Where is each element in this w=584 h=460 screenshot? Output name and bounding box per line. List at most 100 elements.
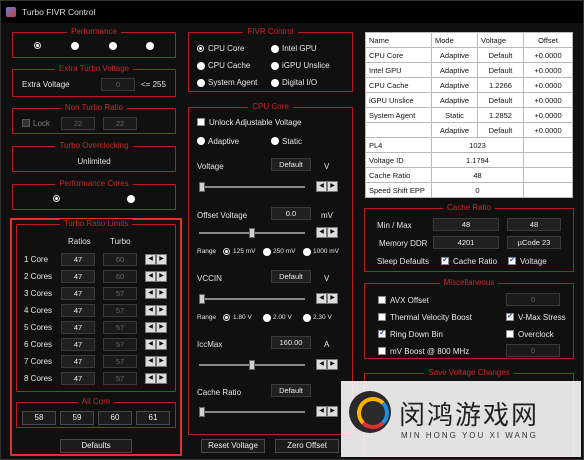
avx-offset-input[interactable]: 0 xyxy=(506,293,560,306)
turbo-row-ratio[interactable]: 47 xyxy=(61,338,95,351)
non-turbo-value-2[interactable]: 22 xyxy=(103,117,137,130)
right-arrow-icon[interactable]: ▶ xyxy=(327,181,338,192)
mv-boost-checkbox[interactable] xyxy=(378,347,386,355)
right-arrow-icon[interactable]: ▶ xyxy=(156,271,167,282)
turbo-row-stepper[interactable]: ◀ ▶ xyxy=(145,305,167,316)
turbo-oc-value[interactable]: Unlimited xyxy=(13,157,175,166)
turbo-row-stepper[interactable]: ◀ ▶ xyxy=(145,373,167,384)
cache-ratio-input[interactable]: Default xyxy=(271,384,311,397)
offset-voltage-stepper[interactable]: ◀ ▶ xyxy=(316,227,338,238)
offset-voltage-input[interactable]: 0.0 xyxy=(271,207,311,220)
cache-ratio-slider[interactable] xyxy=(199,407,305,417)
right-arrow-icon[interactable]: ▶ xyxy=(156,254,167,265)
turbo-row-turbo[interactable]: 57 xyxy=(103,355,137,368)
defaults-button[interactable]: Defaults xyxy=(60,439,132,453)
left-arrow-icon[interactable]: ◀ xyxy=(145,288,156,299)
left-arrow-icon[interactable]: ◀ xyxy=(145,356,156,367)
turbo-row-turbo[interactable]: 57 xyxy=(103,338,137,351)
right-arrow-icon[interactable]: ▶ xyxy=(327,293,338,304)
left-arrow-icon[interactable]: ◀ xyxy=(145,271,156,282)
offset-range-250-radio[interactable] xyxy=(263,248,271,256)
turbo-row-turbo[interactable]: 60 xyxy=(103,253,137,266)
turbo-row-stepper[interactable]: ◀ ▶ xyxy=(145,288,167,299)
turbo-row-turbo[interactable]: 60 xyxy=(103,270,137,283)
left-arrow-icon[interactable]: ◀ xyxy=(316,293,327,304)
cache-max-input[interactable]: 48 xyxy=(507,218,561,231)
mv-boost-input[interactable]: 0 xyxy=(506,344,560,357)
turbo-row-ratio[interactable]: 47 xyxy=(61,355,95,368)
fivr-radio-cpu-cache[interactable] xyxy=(197,62,205,70)
vccin-input[interactable]: Default xyxy=(271,270,311,283)
turbo-row-stepper[interactable]: ◀ ▶ xyxy=(145,254,167,265)
reset-voltage-button[interactable]: Reset Voltage xyxy=(201,439,265,453)
turbo-row-stepper[interactable]: ◀ ▶ xyxy=(145,322,167,333)
voltage-input[interactable]: Default xyxy=(271,158,311,171)
tvb-checkbox[interactable] xyxy=(378,313,386,321)
fivr-radio-system-agent[interactable] xyxy=(197,79,205,87)
sleep-cache-ratio-checkbox[interactable] xyxy=(441,255,449,265)
offset-range-125-radio[interactable] xyxy=(223,248,230,255)
vccin-range-180-radio[interactable] xyxy=(223,314,230,321)
turbo-row-ratio[interactable]: 47 xyxy=(61,270,95,283)
right-arrow-icon[interactable]: ▶ xyxy=(156,339,167,350)
perf-cores-radio-2[interactable] xyxy=(127,195,135,203)
turbo-row-turbo[interactable]: 57 xyxy=(103,304,137,317)
performance-radio-2[interactable] xyxy=(71,42,79,50)
left-arrow-icon[interactable]: ◀ xyxy=(316,181,327,192)
iccmax-stepper[interactable]: ◀ ▶ xyxy=(316,359,338,370)
left-arrow-icon[interactable]: ◀ xyxy=(145,254,156,265)
all-core-59[interactable]: 59 xyxy=(60,411,94,425)
non-turbo-value-1[interactable]: 22 xyxy=(61,117,95,130)
right-arrow-icon[interactable]: ▶ xyxy=(327,227,338,238)
voltage-stepper[interactable]: ◀ ▶ xyxy=(316,181,338,192)
fivr-radio-cpu-core[interactable] xyxy=(197,45,204,52)
turbo-row-stepper[interactable]: ◀ ▶ xyxy=(145,271,167,282)
turbo-row-ratio[interactable]: 47 xyxy=(61,287,95,300)
all-core-58[interactable]: 58 xyxy=(22,411,56,425)
turbo-row-ratio[interactable]: 47 xyxy=(61,372,95,385)
right-arrow-icon[interactable]: ▶ xyxy=(156,305,167,316)
right-arrow-icon[interactable]: ▶ xyxy=(156,373,167,384)
turbo-row-turbo[interactable]: 57 xyxy=(103,287,137,300)
adaptive-radio[interactable] xyxy=(197,137,205,145)
all-core-61[interactable]: 61 xyxy=(136,411,170,425)
left-arrow-icon[interactable]: ◀ xyxy=(316,227,327,238)
ring-down-bin-checkbox[interactable] xyxy=(378,328,386,338)
turbo-row-stepper[interactable]: ◀ ▶ xyxy=(145,356,167,367)
static-radio[interactable] xyxy=(271,137,279,145)
turbo-row-ratio[interactable]: 47 xyxy=(61,304,95,317)
performance-radio-1[interactable] xyxy=(34,42,41,49)
right-arrow-icon[interactable]: ▶ xyxy=(156,288,167,299)
cache-ratio-stepper[interactable]: ◀ ▶ xyxy=(316,406,338,417)
extra-voltage-input[interactable]: 0 xyxy=(101,78,135,91)
sleep-voltage-checkbox[interactable] xyxy=(508,255,516,265)
zero-offset-button[interactable]: Zero Offset xyxy=(275,439,339,453)
vccin-slider[interactable] xyxy=(199,294,305,304)
iccmax-input[interactable]: 160.00 xyxy=(271,336,311,349)
voltage-slider[interactable] xyxy=(199,182,305,192)
left-arrow-icon[interactable]: ◀ xyxy=(145,373,156,384)
perf-cores-radio-1[interactable] xyxy=(53,195,60,202)
left-arrow-icon[interactable]: ◀ xyxy=(145,339,156,350)
vccin-range-230-radio[interactable] xyxy=(303,314,311,322)
right-arrow-icon[interactable]: ▶ xyxy=(156,322,167,333)
left-arrow-icon[interactable]: ◀ xyxy=(145,322,156,333)
iccmax-slider[interactable] xyxy=(199,360,305,370)
unlock-voltage-checkbox[interactable] xyxy=(197,118,205,126)
left-arrow-icon[interactable]: ◀ xyxy=(316,359,327,370)
turbo-row-turbo[interactable]: 57 xyxy=(103,321,137,334)
left-arrow-icon[interactable]: ◀ xyxy=(316,406,327,417)
fivr-radio-digital-io[interactable] xyxy=(271,79,279,87)
fivr-radio-igpu-unslice[interactable] xyxy=(271,62,279,70)
turbo-row-ratio[interactable]: 47 xyxy=(61,253,95,266)
offset-range-1000-radio[interactable] xyxy=(303,248,311,256)
right-arrow-icon[interactable]: ▶ xyxy=(327,406,338,417)
avx-offset-checkbox[interactable] xyxy=(378,296,386,304)
overclock-checkbox[interactable] xyxy=(506,330,514,338)
memory-ddr-input[interactable]: 4201 xyxy=(433,236,499,249)
lock-checkbox[interactable] xyxy=(22,119,30,127)
right-arrow-icon[interactable]: ▶ xyxy=(156,356,167,367)
left-arrow-icon[interactable]: ◀ xyxy=(145,305,156,316)
turbo-row-turbo[interactable]: 57 xyxy=(103,372,137,385)
all-core-60[interactable]: 60 xyxy=(98,411,132,425)
